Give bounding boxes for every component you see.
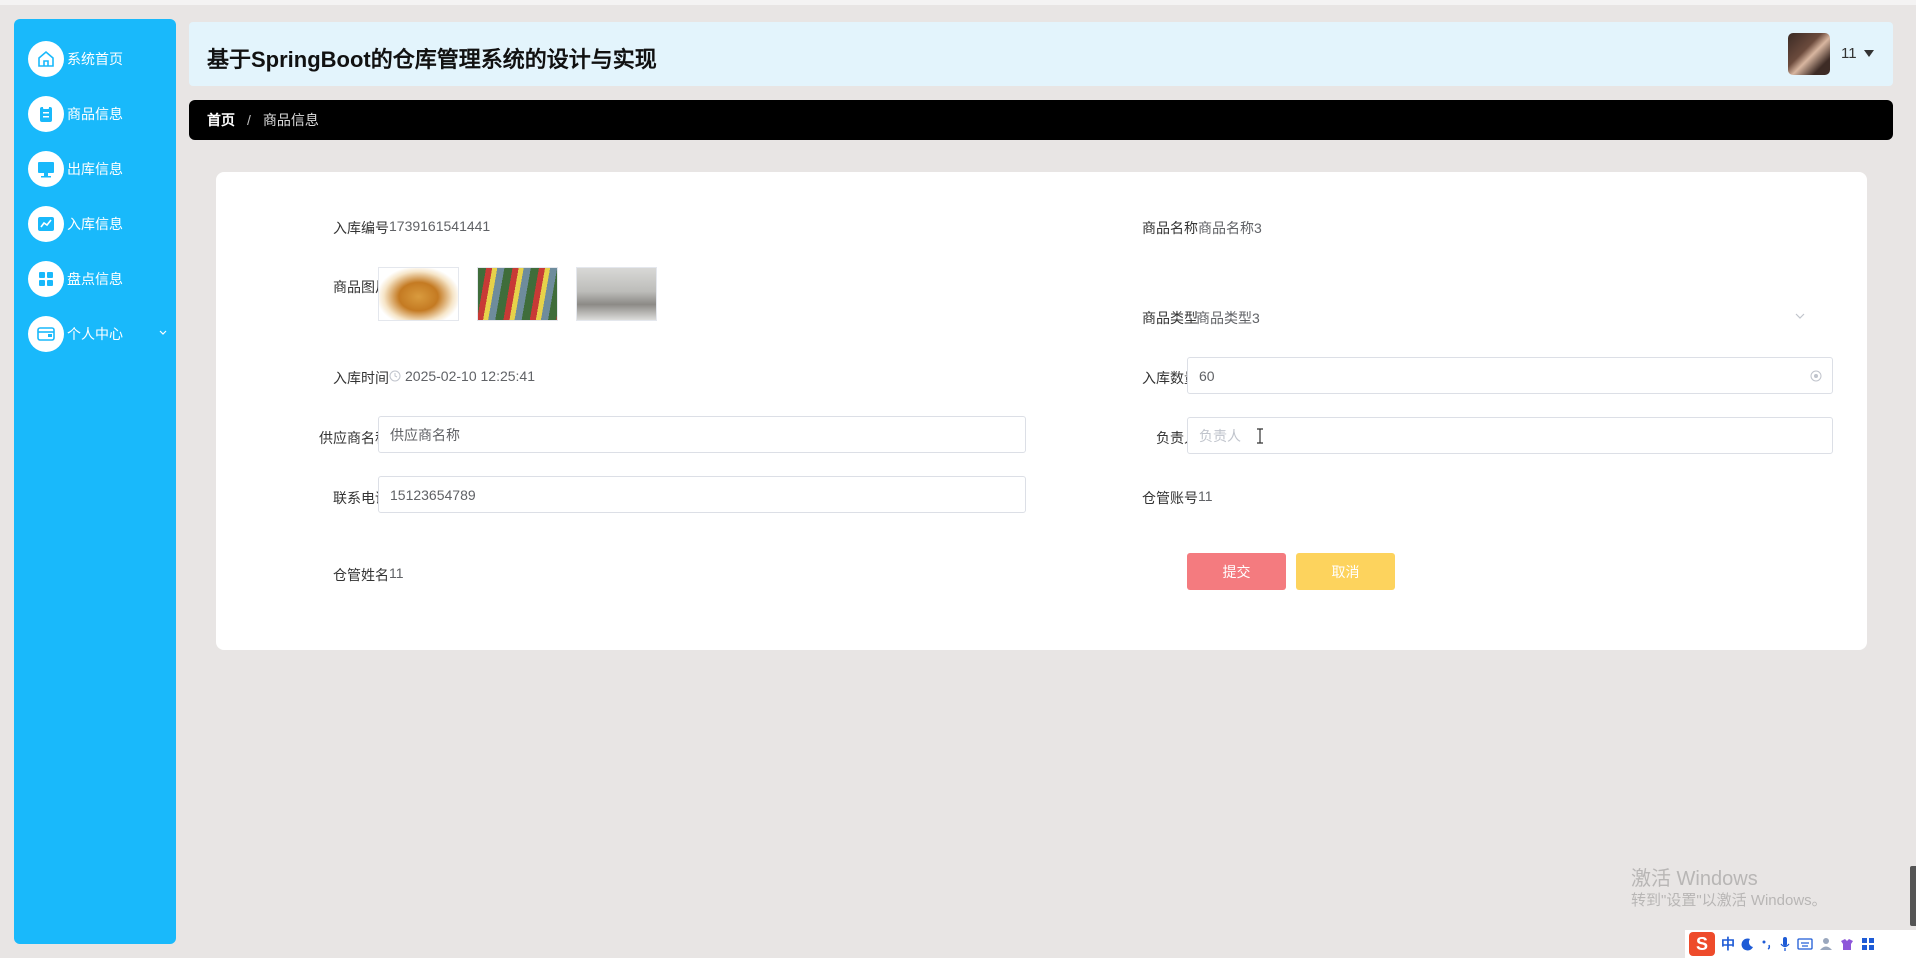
sidebar-item-label: 盘点信息 [67,271,123,287]
inbound-no-label: 入库编号 [333,220,389,236]
keeper-account-label: 仓管账号 [1142,490,1198,506]
watermark-subtitle: 转到"设置"以激活 Windows。 [1631,892,1827,909]
sidebar-item-profile[interactable]: 个人中心 [28,314,168,354]
monitor-icon [28,151,64,187]
keeper-name-value: 11 [389,565,404,581]
sidebar-item-label: 系统首页 [67,51,123,67]
edge-tab[interactable] [1910,866,1916,926]
page-title: 基于SpringBoot的仓库管理系统的设计与实现 [207,47,657,72]
product-image-thumbnail[interactable] [477,267,558,321]
inbound-time-value: 2025-02-10 12:25:41 [405,368,535,384]
inbound-no-value: 1739161541441 [389,218,491,234]
top-header: 基于SpringBoot的仓库管理系统的设计与实现 11 [189,22,1893,86]
sidebar-item-label: 出库信息 [67,161,123,177]
inbound-form-card: 入库编号 1739161541441 商品图片 入库时间 2025-02-10 … [216,172,1867,650]
supplier-label: 供应商名称 [319,430,389,446]
chevron-down-icon[interactable] [158,328,168,338]
watermark-title: 激活 Windows [1631,868,1758,890]
keeper-account-value: 11 [1198,488,1213,504]
inbound-time-label: 入库时间 [333,370,389,386]
product-type-label: 商品类型 [1142,310,1198,326]
user-icon[interactable] [1819,937,1833,951]
top-strip [0,0,1916,5]
grid-icon [28,261,64,297]
wallet-icon [28,316,64,352]
clear-icon[interactable] [1810,370,1822,382]
keyboard-icon[interactable] [1797,937,1813,951]
inbound-qty-label: 入库数量 [1142,370,1198,386]
manager-input-placeholder: 负责人 [1199,427,1241,444]
breadcrumb: 首页 / 商品信息 [189,100,1893,140]
sidebar-item-inbound[interactable]: 入库信息 [28,204,168,244]
manager-input[interactable]: 负责人 [1187,417,1833,454]
submit-button[interactable]: 提交 [1187,553,1286,590]
microphone-icon[interactable] [1779,936,1791,952]
text-cursor-icon [1257,428,1263,444]
phone-input[interactable]: 15123654789 [378,476,1026,513]
keeper-name-label: 仓管姓名 [333,567,389,583]
ime-logo-icon[interactable]: S [1689,932,1715,956]
chart-icon [28,206,64,242]
clipboard-icon [28,96,64,132]
home-icon [28,41,64,77]
sidebar-item-products[interactable]: 商品信息 [28,94,168,134]
product-image-label: 商品图片 [333,279,389,295]
product-name-value: 商品名称3 [1198,220,1262,236]
toolbox-icon[interactable] [1861,937,1875,951]
product-name-label: 商品名称 [1142,220,1198,236]
sidebar-item-label: 个人中心 [67,326,123,342]
cancel-button[interactable]: 取消 [1296,553,1395,590]
clock-icon [389,370,401,382]
user-menu[interactable]: 11 [1841,45,1874,62]
breadcrumb-home[interactable]: 首页 [207,110,235,130]
caret-down-icon [1863,50,1874,57]
avatar[interactable] [1788,33,1830,75]
moon-icon[interactable] [1741,937,1755,951]
product-type-value: 商品类型3 [1196,310,1260,326]
supplier-input[interactable]: 供应商名称 [378,416,1026,453]
phone-input-value: 15123654789 [390,486,476,503]
sidebar-item-home[interactable]: 系统首页 [28,39,168,79]
chevron-down-icon [1795,313,1805,319]
inbound-time-field[interactable]: 2025-02-10 12:25:41 [389,368,535,384]
user-name: 11 [1841,45,1857,62]
phone-label: 联系电话 [333,490,389,506]
sidebar-item-label: 入库信息 [67,216,123,232]
ime-mode-toggle[interactable]: 中 [1721,934,1735,954]
skin-icon[interactable] [1839,937,1855,951]
sidebar-item-label: 商品信息 [67,106,123,122]
product-image-thumbnail[interactable] [576,267,657,321]
product-image-thumbnail[interactable] [378,267,459,321]
sidebar-item-outbound[interactable]: 出库信息 [28,149,168,189]
inbound-qty-value: 60 [1199,367,1215,384]
sidebar: 系统首页 商品信息 出库信息 入库信息 盘点信息 个人中心 [14,19,176,944]
punctuation-icon[interactable] [1761,937,1773,951]
manager-label: 负责人 [1156,430,1198,446]
ime-toolbar: S 中 [1685,930,1916,958]
supplier-input-text: 供应商名称 [390,426,460,443]
product-type-select[interactable]: 商品类型3 [1196,308,1806,328]
sidebar-item-inventory[interactable]: 盘点信息 [28,259,168,299]
inbound-qty-input[interactable]: 60 [1187,357,1833,394]
breadcrumb-separator: / [247,112,251,128]
breadcrumb-current: 商品信息 [262,112,319,128]
